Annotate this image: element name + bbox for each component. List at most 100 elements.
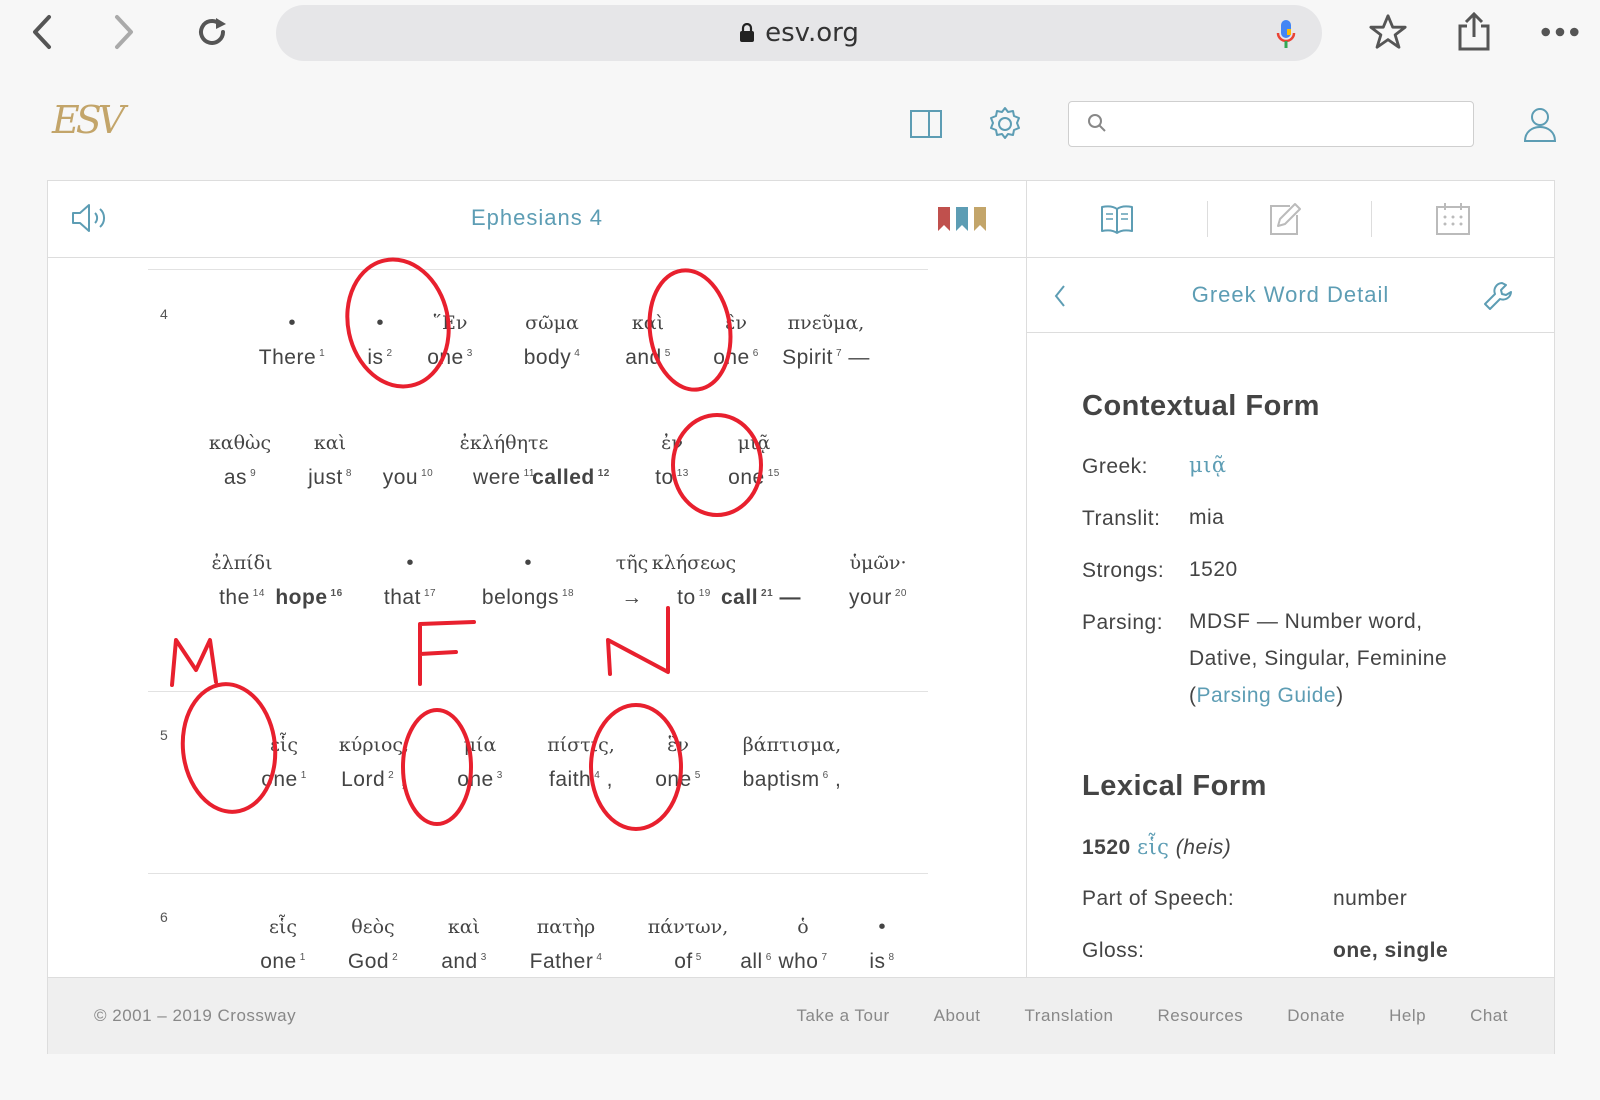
calendar-icon[interactable] (1433, 199, 1473, 239)
forward-icon[interactable] (104, 12, 144, 52)
share-icon[interactable] (1454, 12, 1494, 52)
blue-ribbon-icon[interactable] (956, 207, 968, 231)
chapter-title[interactable]: Ephesians 4 (48, 205, 1026, 231)
english-word[interactable]: of 5 (648, 950, 728, 974)
english-word[interactable]: one 3 (427, 346, 473, 370)
english-word[interactable]: your 20 (849, 586, 907, 610)
interlinear-word[interactable]: you 10 (383, 430, 433, 490)
open-book-icon[interactable] (1097, 199, 1137, 239)
interlinear-word[interactable]: πνεῦμα, Spirit 7 — (782, 310, 870, 370)
interlinear-word[interactable]: • There 1 (259, 310, 325, 370)
greek-word[interactable]: τῆς (616, 550, 649, 576)
interlinear-word[interactable]: • is 8 (869, 914, 894, 974)
english-word[interactable]: one 6 (713, 346, 759, 370)
greek-word[interactable]: κύριος, (339, 732, 409, 758)
greek-word[interactable]: ῞Εν (427, 310, 473, 336)
english-word[interactable]: Father 4 (530, 950, 603, 974)
greek-word[interactable]: καὶ (308, 430, 352, 456)
greek-word[interactable]: ἐλπίδι (211, 550, 272, 576)
microphone-icon[interactable] (1276, 19, 1296, 56)
footer-link-tour[interactable]: Take a Tour (797, 1006, 890, 1026)
interlinear-word[interactable]: καὶ and 3 (441, 914, 487, 974)
interlinear-word[interactable]: ἓν one 5 (655, 732, 701, 792)
red-ribbon-icon[interactable] (938, 207, 950, 231)
english-word[interactable]: one 1 (260, 950, 306, 974)
greek-word[interactable]: • (384, 550, 436, 576)
interlinear-word[interactable]: βάπτισμα, baptism 6 , (743, 732, 842, 792)
interlinear-word[interactable]: hope 16 (275, 550, 342, 610)
footer-link-help[interactable]: Help (1389, 1006, 1426, 1026)
greek-word[interactable]: καθὼς (209, 430, 271, 456)
english-word[interactable]: one 3 (457, 768, 503, 792)
settings-gear-icon[interactable] (985, 104, 1025, 144)
greek-word[interactable]: καὶ (625, 310, 671, 336)
greek-word[interactable] (275, 550, 342, 576)
english-word[interactable]: hope 16 (275, 586, 342, 610)
greek-word[interactable]: ἓν (713, 310, 759, 336)
greek-word[interactable]: σῶμα (524, 310, 581, 336)
bookmark-star-icon[interactable] (1368, 12, 1408, 52)
english-word[interactable]: belongs 18 (482, 586, 574, 610)
greek-word[interactable]: καὶ (441, 914, 487, 940)
english-word[interactable]: Spirit 7 — (782, 346, 870, 370)
greek-word[interactable]: ὁ (778, 914, 827, 940)
english-word[interactable]: God 2 (348, 950, 398, 974)
interlinear-word[interactable]: πατὴρ Father 4 (530, 914, 603, 974)
gold-ribbon-icon[interactable] (974, 207, 986, 231)
greek-word[interactable]: ὑμῶν· (849, 550, 907, 576)
interlinear-word[interactable]: • is 2 (367, 310, 392, 370)
english-word[interactable]: one 5 (655, 768, 701, 792)
greek-value-link[interactable]: μιᾷ (1189, 447, 1227, 484)
english-word[interactable]: all 6 (740, 950, 772, 974)
greek-word[interactable]: ἐν (655, 430, 689, 456)
interlinear-word[interactable]: εἷς one 1 (261, 732, 307, 792)
address-bar[interactable]: esv.org (276, 5, 1322, 61)
interlinear-word[interactable]: καὶ and 5 (625, 310, 671, 370)
interlinear-word[interactable]: ὁ who 7 (778, 914, 827, 974)
english-word[interactable]: one 1 (261, 768, 307, 792)
greek-word[interactable]: πάντων, (648, 914, 728, 940)
interlinear-word[interactable]: πάντων, of 5 (648, 914, 728, 974)
english-word[interactable]: Lord 2 , (339, 768, 409, 792)
greek-word[interactable]: βάπτισμα, (743, 732, 842, 758)
interlinear-word[interactable]: • that 17 (384, 550, 436, 610)
interlinear-word[interactable]: ὑμῶν· your 20 (849, 550, 907, 610)
footer-link-donate[interactable]: Donate (1287, 1006, 1345, 1026)
english-word[interactable]: you 10 (383, 466, 433, 490)
greek-word[interactable]: εἷς (261, 732, 307, 758)
greek-word[interactable]: πίστις, (547, 732, 615, 758)
interlinear-word[interactable]: καὶ just 8 (308, 430, 352, 490)
interlinear-word[interactable]: ἓν one 6 (713, 310, 759, 370)
greek-word[interactable] (532, 430, 610, 456)
english-word[interactable]: baptism 6 , (743, 768, 842, 792)
edit-note-icon[interactable] (1265, 199, 1305, 239)
interlinear-word[interactable]: ῞Εν one 3 (427, 310, 473, 370)
greek-word[interactable] (383, 430, 433, 456)
english-word[interactable]: that 17 (384, 586, 436, 610)
panel-layout-icon[interactable] (906, 104, 946, 144)
greek-word[interactable]: πατὴρ (530, 914, 603, 940)
english-word[interactable]: → (616, 586, 649, 610)
english-word[interactable]: to 13 (655, 466, 689, 490)
greek-word[interactable] (740, 914, 772, 940)
greek-word[interactable] (721, 550, 801, 576)
english-word[interactable]: who 7 (778, 950, 827, 974)
user-account-icon[interactable] (1520, 104, 1560, 144)
greek-word[interactable]: θεὸς (348, 914, 398, 940)
english-word[interactable]: and 3 (441, 950, 487, 974)
lexical-greek-link[interactable]: εἷς (1137, 835, 1169, 859)
interlinear-word[interactable]: • belongs 18 (482, 550, 574, 610)
reload-icon[interactable] (192, 12, 232, 52)
interlinear-word[interactable]: ἐλπίδι the 14 (211, 550, 272, 610)
greek-word[interactable]: μία (457, 732, 503, 758)
greek-word[interactable]: πνεῦμα, (782, 310, 870, 336)
english-word[interactable]: body 4 (524, 346, 581, 370)
bookmark-ribbons[interactable] (938, 207, 986, 231)
verse-number[interactable]: 4 (160, 306, 168, 322)
search-box[interactable] (1068, 101, 1474, 147)
interlinear-word[interactable]: εἷς one 1 (260, 914, 306, 974)
interlinear-word[interactable]: ἐν to 13 (655, 430, 689, 490)
english-word[interactable]: and 5 (625, 346, 671, 370)
greek-word[interactable]: • (367, 310, 392, 336)
english-word[interactable]: There 1 (259, 346, 325, 370)
